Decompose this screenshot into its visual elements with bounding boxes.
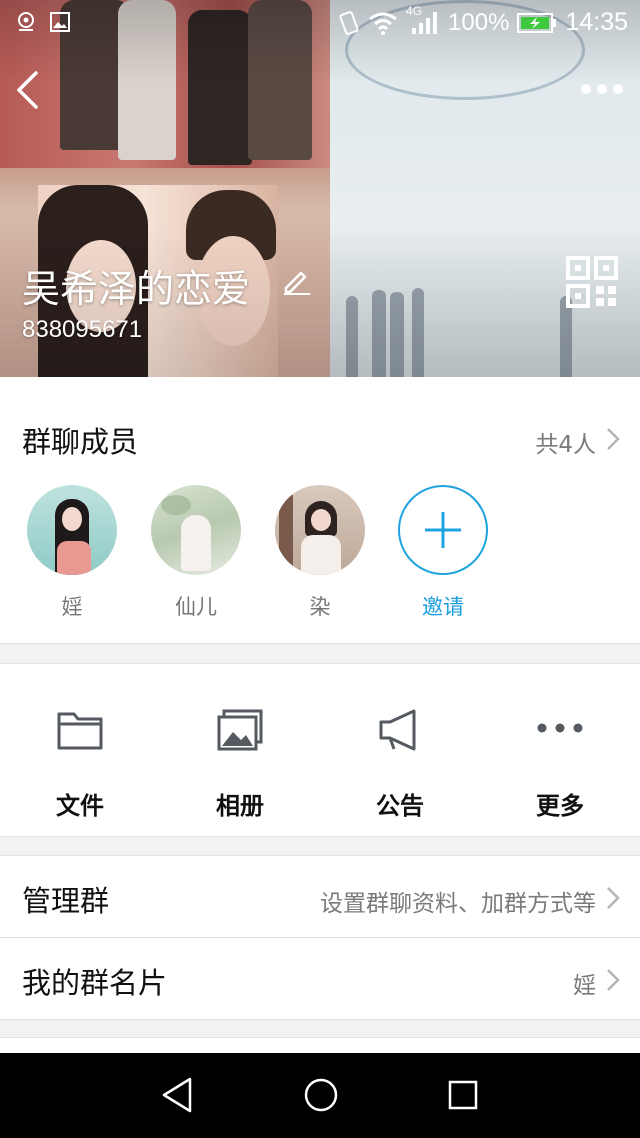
members-title: 群聊成员 [22, 425, 139, 459]
action-label: 文件 [56, 792, 104, 820]
action-more[interactable]: 更多 [480, 664, 640, 838]
system-nav-bar [0, 1053, 640, 1138]
action-album[interactable]: 相册 [160, 664, 320, 838]
member-name: 婬 [61, 595, 83, 619]
back-icon[interactable] [12, 70, 42, 110]
vibrate-icon [339, 10, 359, 35]
location-icon [18, 12, 34, 31]
status-bar: 4G 100% 14:35 [0, 0, 640, 46]
folder-icon [57, 712, 103, 750]
chevron-right-icon [607, 428, 620, 450]
nav-recents-icon[interactable] [443, 1075, 483, 1115]
nav-home-icon[interactable] [301, 1075, 341, 1115]
invite-ring [398, 485, 488, 575]
my-group-card-row[interactable]: 我的群名片 婬 [0, 938, 640, 1020]
member-item[interactable]: 仙儿 [150, 485, 242, 621]
action-files[interactable]: 文件 [0, 664, 160, 838]
actions-grid: 文件 相册 公告 更多 [0, 663, 640, 837]
more-dots-icon [537, 723, 583, 733]
signal-icon [412, 11, 438, 34]
avatar [27, 485, 117, 575]
group-name: 吴希泽的恋爱 [22, 267, 251, 311]
members-section: 群聊成员 共4人 婬 仙儿 染 邀请 [0, 377, 640, 644]
invite-button[interactable]: 邀请 [397, 485, 489, 621]
action-announcement[interactable]: 公告 [320, 664, 480, 838]
nav-back-icon[interactable] [158, 1075, 198, 1115]
action-label: 相册 [216, 792, 264, 820]
member-item[interactable]: 婬 [26, 485, 118, 621]
row-value: 婬 [573, 973, 596, 999]
chevron-right-icon [607, 969, 620, 991]
member-item[interactable]: 染 [274, 485, 366, 621]
action-label: 更多 [536, 792, 584, 820]
edit-name-icon[interactable] [282, 266, 312, 296]
avatar [275, 485, 365, 575]
image-icon [50, 12, 70, 32]
more-menu-icon[interactable] [580, 78, 624, 100]
member-name: 染 [309, 595, 331, 619]
battery-percent: 100% [448, 8, 510, 36]
divider [0, 1019, 640, 1020]
status-time: 14:35 [565, 8, 628, 36]
avatar [151, 485, 241, 575]
megaphone-icon [379, 709, 416, 751]
member-name: 仙儿 [175, 595, 217, 619]
manage-group-row[interactable]: 管理群 设置群聊资料、加群方式等 [0, 856, 640, 938]
plus-icon [425, 512, 461, 548]
next-row-partial [0, 1038, 640, 1053]
chevron-right-icon [607, 887, 620, 909]
wifi-icon [369, 12, 397, 35]
row-label: 管理群 [22, 884, 110, 918]
row-label: 我的群名片 [22, 966, 168, 1000]
battery-charging-icon [517, 12, 557, 33]
member-count[interactable]: 共4人 [535, 425, 596, 459]
album-icon [217, 709, 263, 751]
group-id: 838095671 [22, 316, 143, 343]
action-label: 公告 [376, 792, 424, 820]
qr-code-icon[interactable] [566, 256, 618, 308]
row-value: 设置群聊资料、加群方式等 [320, 891, 596, 917]
invite-label: 邀请 [422, 595, 464, 619]
